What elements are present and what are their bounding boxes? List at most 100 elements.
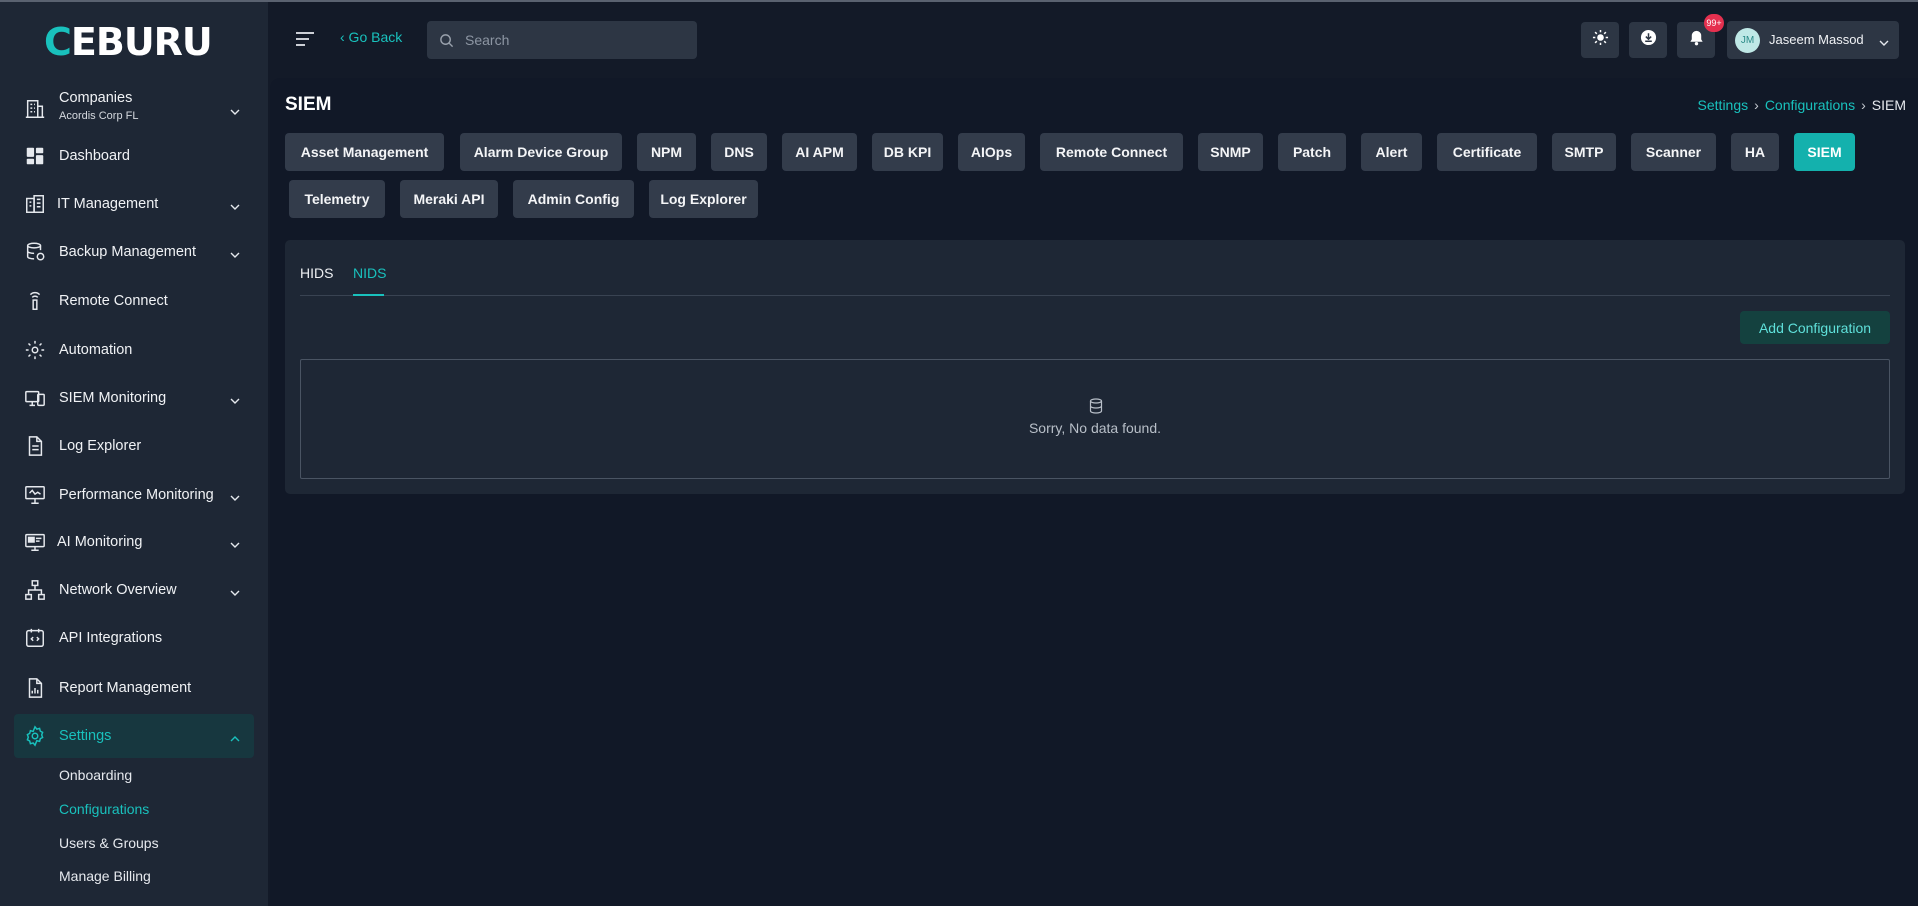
api-icon [24,627,46,649]
sidebar-item-label: Dashboard [59,148,130,164]
brand-logo[interactable]: CEBURU [44,22,213,62]
empty-message: Sorry, No data found. [1028,420,1162,436]
sidebar: CEBURU Companies Acordis Corp FL Dashboa… [0,2,268,906]
breadcrumb-current: SIEM [1871,97,1906,113]
sidebar-item-log-explorer[interactable]: Log Explorer [14,424,254,468]
breadcrumb: Settings › Configurations › SIEM [1698,97,1906,113]
chevron-down-icon [230,537,240,548]
bell-icon [1688,29,1705,51]
subtab-hids[interactable]: HIDS [300,265,333,281]
user-name: Jaseem Massod [1769,32,1864,47]
dashboard-icon [24,145,46,167]
sidebar-item-automation[interactable]: Automation [14,328,254,372]
sidebar-item-companies[interactable]: Companies Acordis Corp FL [14,86,254,132]
submenu-item-configurations[interactable]: Configurations [59,801,149,817]
sidebar-item-label: Log Explorer [59,438,142,454]
sidebar-item-network-overview[interactable]: Network Overview [14,568,254,612]
breadcrumb-separator: › [1754,97,1759,113]
tab-log-explorer[interactable]: Log Explorer [649,180,758,218]
sidebar-item-performance-monitoring[interactable]: Performance Monitoring [14,473,254,517]
database-backup-icon [24,241,46,263]
tab-aiops[interactable]: AIOps [958,133,1025,171]
tab-db-kpi[interactable]: DB KPI [872,133,943,171]
tab-scanner[interactable]: Scanner [1631,133,1716,171]
tab-admin-config[interactable]: Admin Config [513,180,634,218]
tab-ai-apm[interactable]: AI APM [782,133,857,171]
sidebar-item-label: IT Management [57,196,159,212]
tab-dns[interactable]: DNS [711,133,767,171]
tab-telemetry[interactable]: Telemetry [289,180,385,218]
chevron-down-icon [1879,35,1889,46]
search-input[interactable] [465,21,685,59]
sidebar-item-label: Settings [59,728,112,744]
sidebar-item-label: Network Overview [59,582,177,598]
avatar: JM [1735,28,1760,53]
tab-alarm-device-group[interactable]: Alarm Device Group [460,133,622,171]
devices-icon [24,387,46,409]
selected-company: Acordis Corp FL [59,110,139,122]
chevron-down-icon [230,199,240,210]
sidebar-item-remote-connect[interactable]: Remote Connect [14,279,254,323]
notification-count-badge: 99+ [1704,14,1724,32]
sidebar-item-it-management[interactable]: IT Management [14,182,254,226]
breadcrumb-settings[interactable]: Settings [1698,97,1749,113]
sidebar-item-dashboard[interactable]: Dashboard [14,134,254,178]
tab-snmp[interactable]: SNMP [1198,133,1263,171]
empty-state: Sorry, No data found. [300,359,1890,479]
sidebar-item-label: Report Management [59,680,192,696]
database-icon [1089,398,1103,414]
gear-automation-icon [24,339,46,361]
breadcrumb-separator: › [1861,97,1866,113]
sidebar-item-ai-monitoring[interactable]: AI Monitoring [14,520,254,564]
go-back-link[interactable]: ‹ Go Back [340,29,402,45]
menu-toggle-icon[interactable] [294,30,316,48]
network-icon [24,579,46,601]
sun-icon [1592,29,1609,51]
sidebar-item-report-management[interactable]: Report Management [14,666,254,710]
submenu-item-users-groups[interactable]: Users & Groups [59,835,159,851]
tab-meraki-api[interactable]: Meraki API [400,180,498,218]
tab-asset-management[interactable]: Asset Management [285,133,444,171]
sidebar-item-label: SIEM Monitoring [59,390,167,406]
chevron-down-icon [230,393,240,404]
chevron-down-icon [230,247,240,258]
download-icon [1640,29,1657,51]
sidebar-item-settings[interactable]: Settings [14,714,254,758]
tab-ha[interactable]: HA [1731,133,1779,171]
submenu-item-manage-billing[interactable]: Manage Billing [59,868,151,884]
building-icon [24,193,46,215]
tab-alert[interactable]: Alert [1361,133,1422,171]
document-icon [24,435,46,457]
sidebar-item-api-integrations[interactable]: API Integrations [14,616,254,660]
subtab-divider [300,295,1890,296]
sidebar-item-label: AI Monitoring [57,534,143,550]
sidebar-item-backup-management[interactable]: Backup Management [14,230,254,274]
tab-npm[interactable]: NPM [637,133,696,171]
chevron-up-icon [230,731,240,742]
sidebar-item-siem-monitoring[interactable]: SIEM Monitoring [14,376,254,420]
page-title: SIEM [285,94,332,115]
chevron-down-icon [230,104,240,115]
submenu-item-onboarding[interactable]: Onboarding [59,767,132,783]
active-subtab-indicator [353,294,384,296]
download-button[interactable] [1629,22,1667,58]
tab-certificate[interactable]: Certificate [1437,133,1537,171]
report-icon [24,677,46,699]
sidebar-item-label: Remote Connect [59,293,168,309]
tab-siem[interactable]: SIEM [1794,133,1855,171]
tab-smtp[interactable]: SMTP [1552,133,1616,171]
subtab-nids[interactable]: NIDS [353,265,386,281]
office-building-icon [24,98,46,120]
window-top-border [0,0,1918,2]
tab-remote-connect[interactable]: Remote Connect [1040,133,1183,171]
add-configuration-button[interactable]: Add Configuration [1740,311,1890,344]
search-box[interactable] [427,21,697,59]
chevron-down-icon [230,490,240,501]
tab-patch[interactable]: Patch [1278,133,1346,171]
user-menu[interactable]: JM Jaseem Massod [1727,21,1899,59]
sidebar-item-label: Automation [59,342,133,358]
breadcrumb-configurations[interactable]: Configurations [1765,97,1855,113]
sidebar-item-label: API Integrations [59,630,163,646]
sidebar-item-label: Performance Monitoring [59,487,214,503]
theme-toggle-button[interactable] [1581,22,1619,58]
